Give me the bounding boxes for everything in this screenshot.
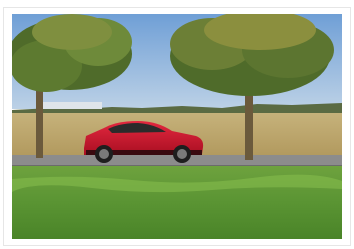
landscape-photo bbox=[12, 14, 342, 239]
image-frame bbox=[4, 8, 350, 245]
distant-building bbox=[42, 102, 102, 109]
photo bbox=[12, 14, 342, 239]
